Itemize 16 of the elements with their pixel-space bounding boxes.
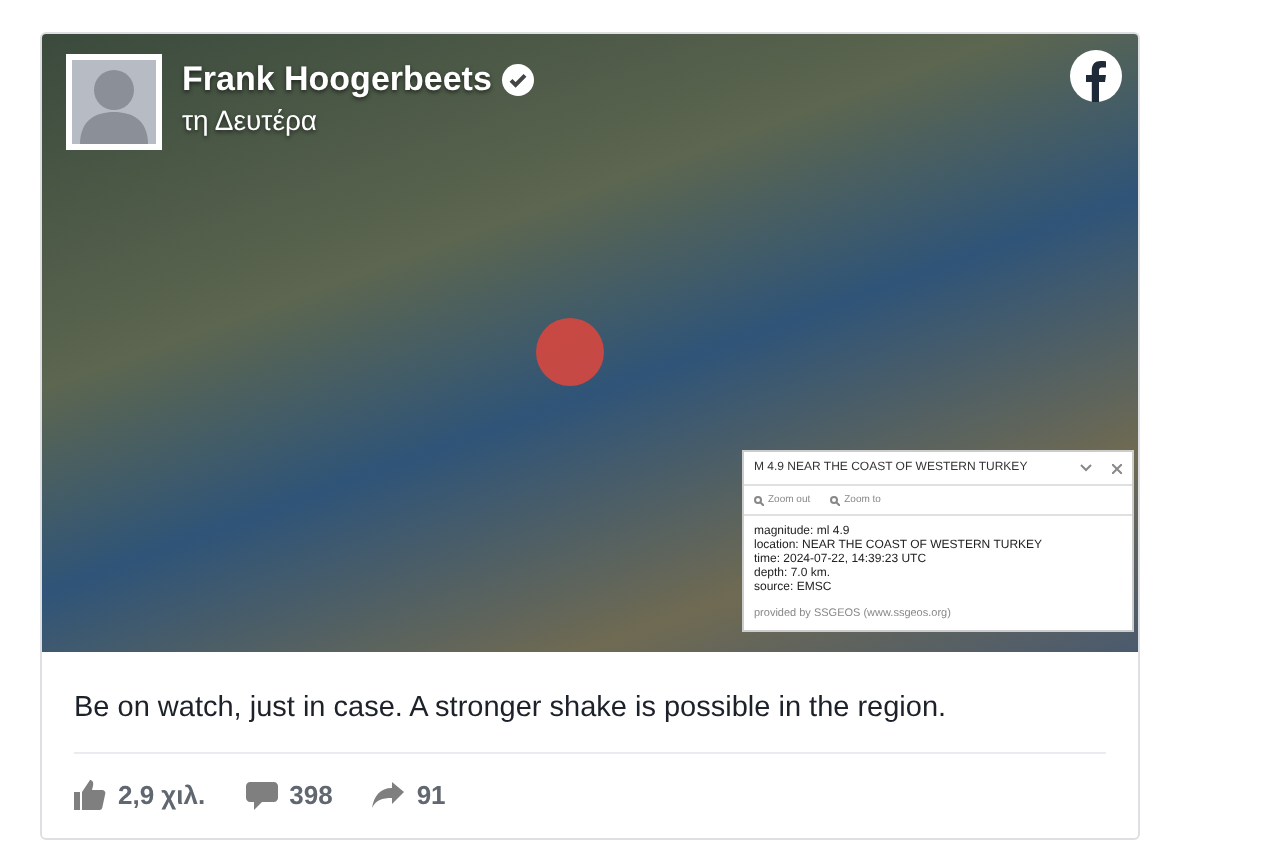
stat-count[interactable]: 2,9 χιλ. xyxy=(118,780,206,810)
facebook-logo-icon xyxy=(1070,50,1122,102)
stat-count[interactable]: 91 xyxy=(416,780,446,810)
speech-bubble-icon xyxy=(245,781,278,809)
author-name[interactable]: Frank Hoogerbeets xyxy=(182,60,492,100)
post-text: Be on watch, just in case. A stronger shake is possible in the region. xyxy=(74,692,949,724)
epicenter-marker xyxy=(536,318,604,386)
thumbs-up-icon xyxy=(74,780,106,810)
search-icon xyxy=(830,495,841,505)
post-time[interactable]: τη Δευτέρα xyxy=(182,104,534,136)
avatar[interactable] xyxy=(66,54,162,150)
stat-count[interactable]: 398 xyxy=(289,780,333,810)
share-arrow-icon xyxy=(372,782,405,808)
chevron-down-icon[interactable] xyxy=(1080,463,1092,471)
search-icon xyxy=(754,495,764,505)
close-icon[interactable] xyxy=(1112,463,1122,473)
